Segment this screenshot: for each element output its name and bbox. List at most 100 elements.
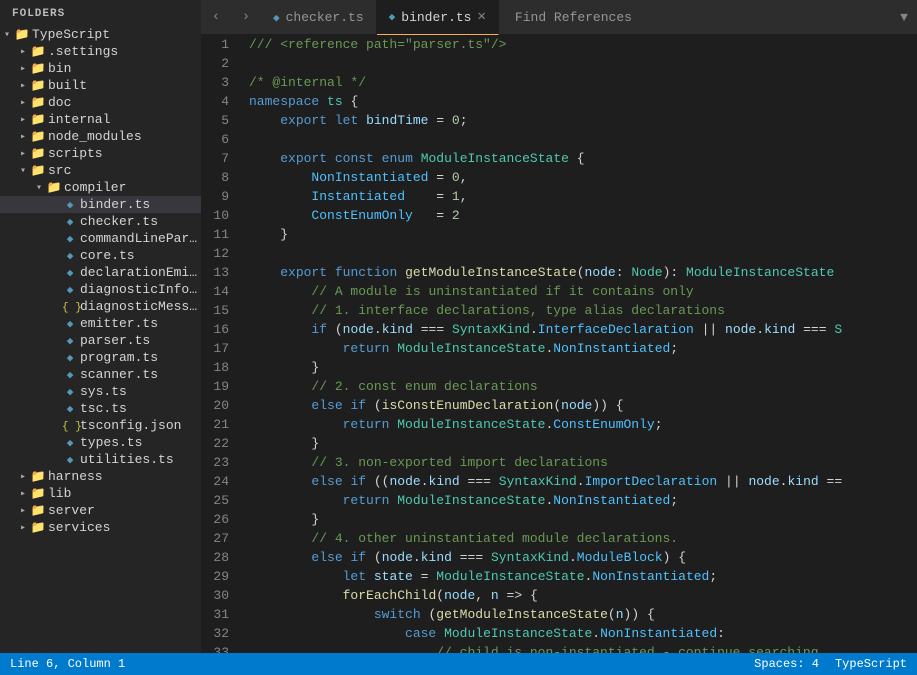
folder-icon: 📁 — [30, 486, 46, 501]
code-line-9: Instantiated = 1, — [249, 187, 909, 206]
line-number-8: 8 — [209, 168, 229, 187]
code-line-12 — [249, 244, 909, 263]
sidebar-item-types.ts[interactable]: ◆types.ts — [0, 434, 201, 451]
tab-nav-prev[interactable]: ‹ — [201, 0, 231, 34]
chevron-icon: ▾ — [0, 29, 14, 41]
code-line-8: NonInstantiated = 0, — [249, 168, 909, 187]
file-ts-icon: ◆ — [62, 249, 78, 263]
code-line-7: export const enum ModuleInstanceState { — [249, 149, 909, 168]
code-line-3: /* @internal */ — [249, 73, 909, 92]
sidebar-item-scanner.ts[interactable]: ◆scanner.ts — [0, 366, 201, 383]
sidebar-item-label: src — [46, 163, 201, 178]
tab-nav-next[interactable]: › — [231, 0, 261, 34]
sidebar-item-binder.ts[interactable]: ◆binder.ts — [0, 196, 201, 213]
code-line-30: forEachChild(node, n => { — [249, 586, 909, 605]
sidebar-item-diagnosticMessag[interactable]: { }diagnosticMessag... — [0, 298, 201, 315]
code-line-25: return ModuleInstanceState.NonInstantiat… — [249, 491, 909, 510]
code-line-23: // 3. non-exported import declarations — [249, 453, 909, 472]
sidebar-item-bin[interactable]: ▸📁bin — [0, 60, 201, 77]
code-line-11: } — [249, 225, 909, 244]
line-number-14: 14 — [209, 282, 229, 301]
line-number-25: 25 — [209, 491, 229, 510]
line-number-5: 5 — [209, 111, 229, 130]
sidebar-item-program.ts[interactable]: ◆program.ts — [0, 349, 201, 366]
sidebar-item-sys.ts[interactable]: ◆sys.ts — [0, 383, 201, 400]
chevron-icon: ▾ — [32, 182, 46, 194]
code-line-5: export let bindTime = 0; — [249, 111, 909, 130]
code-line-6 — [249, 130, 909, 149]
sidebar-item-label: types.ts — [78, 435, 201, 450]
chevron-icon: ▸ — [16, 488, 30, 500]
chevron-icon: ▸ — [16, 80, 30, 92]
status-right: Spaces: 4 TypeScript — [754, 657, 907, 671]
tab-binder-close[interactable]: ✕ — [477, 10, 485, 24]
sidebar-item-src[interactable]: ▾📁src — [0, 162, 201, 179]
sidebar-item-label: parser.ts — [78, 333, 201, 348]
chevron-icon: ▸ — [16, 505, 30, 517]
chevron-icon: ▸ — [16, 471, 30, 483]
sidebar-item-label: node_modules — [46, 129, 201, 144]
file-json-icon: { } — [62, 419, 78, 433]
tab-checker-label: checker.ts — [286, 10, 364, 25]
line-number-27: 27 — [209, 529, 229, 548]
file-ts-icon: ◆ — [62, 283, 78, 297]
tab-find-references-label: Find References — [515, 10, 632, 25]
file-ts-icon: ◆ — [62, 317, 78, 331]
line-number-28: 28 — [209, 548, 229, 567]
tab-find-references[interactable]: Find References — [499, 0, 648, 34]
chevron-icon: ▸ — [16, 63, 30, 75]
file-json-icon: { } — [62, 300, 78, 314]
line-number-11: 11 — [209, 225, 229, 244]
sidebar-item-doc[interactable]: ▸📁doc — [0, 94, 201, 111]
sidebar-item-tsc.ts[interactable]: ◆tsc.ts — [0, 400, 201, 417]
status-left: Line 6, Column 1 — [10, 657, 125, 671]
sidebar-item-server[interactable]: ▸📁server — [0, 502, 201, 519]
sidebar-item-scripts[interactable]: ▸📁scripts — [0, 145, 201, 162]
sidebar-item-built[interactable]: ▸📁built — [0, 77, 201, 94]
line-number-32: 32 — [209, 624, 229, 643]
tab-checker[interactable]: ◆ checker.ts — [261, 0, 377, 35]
sidebar-item-label: built — [46, 78, 201, 93]
sidebar-item-internal[interactable]: ▸📁internal — [0, 111, 201, 128]
sidebar-item-emitter.ts[interactable]: ◆emitter.ts — [0, 315, 201, 332]
folder-icon: 📁 — [30, 146, 46, 161]
line-number-15: 15 — [209, 301, 229, 320]
editor-area: ‹ › ◆ checker.ts ◆ binder.ts ✕ Find Refe… — [201, 0, 917, 653]
sidebar-item-core.ts[interactable]: ◆core.ts — [0, 247, 201, 264]
sidebar-item-compiler[interactable]: ▾📁compiler — [0, 179, 201, 196]
sidebar-item-checker.ts[interactable]: ◆checker.ts — [0, 213, 201, 230]
sidebar-header: Folders — [0, 0, 201, 26]
sidebar-item-utilities.ts[interactable]: ◆utilities.ts — [0, 451, 201, 468]
folder-icon: 📁 — [30, 469, 46, 484]
sidebar-item-services[interactable]: ▸📁services — [0, 519, 201, 536]
file-tree: ▾📁TypeScript▸📁.settings▸📁bin▸📁built▸📁doc… — [0, 26, 201, 653]
sidebar-item-lib[interactable]: ▸📁lib — [0, 485, 201, 502]
sidebar-item-label: commandLinePar... — [78, 231, 201, 246]
code-line-28: else if (node.kind === SyntaxKind.Module… — [249, 548, 909, 567]
sidebar-item-typescript[interactable]: ▾📁TypeScript — [0, 26, 201, 43]
tab-overflow-button[interactable]: ▼ — [891, 0, 917, 34]
code-line-2 — [249, 54, 909, 73]
status-position: Line 6, Column 1 — [10, 657, 125, 671]
sidebar-item-label: tsc.ts — [78, 401, 201, 416]
sidebar-item-diagnosticInforma[interactable]: ◆diagnosticInforma... — [0, 281, 201, 298]
code-line-21: return ModuleInstanceState.ConstEnumOnly… — [249, 415, 909, 434]
line-number-7: 7 — [209, 149, 229, 168]
chevron-icon: ▸ — [16, 131, 30, 143]
sidebar-item-label: doc — [46, 95, 201, 110]
sidebar-item-parser.ts[interactable]: ◆parser.ts — [0, 332, 201, 349]
tab-binder[interactable]: ◆ binder.ts ✕ — [377, 0, 499, 35]
sidebar-item-commandLinePar[interactable]: ◆commandLinePar... — [0, 230, 201, 247]
sidebar-item-declarationEmitte[interactable]: ◆declarationEmitte... — [0, 264, 201, 281]
sidebar-item-node_modules[interactable]: ▸📁node_modules — [0, 128, 201, 145]
sidebar-item-harness[interactable]: ▸📁harness — [0, 468, 201, 485]
sidebar-item-tsconfig.json[interactable]: { }tsconfig.json — [0, 417, 201, 434]
main-layout: Folders ▾📁TypeScript▸📁.settings▸📁bin▸📁bu… — [0, 0, 917, 653]
chevron-icon: ▸ — [16, 148, 30, 160]
sidebar-item-label: checker.ts — [78, 214, 201, 229]
code-content[interactable]: /// <reference path="parser.ts"/> /* @in… — [241, 35, 917, 653]
file-ts-icon: ◆ — [62, 198, 78, 212]
sidebar-item-settings[interactable]: ▸📁.settings — [0, 43, 201, 60]
file-ts-icon: ◆ — [62, 334, 78, 348]
tabs-bar: ‹ › ◆ checker.ts ◆ binder.ts ✕ Find Refe… — [201, 0, 917, 35]
